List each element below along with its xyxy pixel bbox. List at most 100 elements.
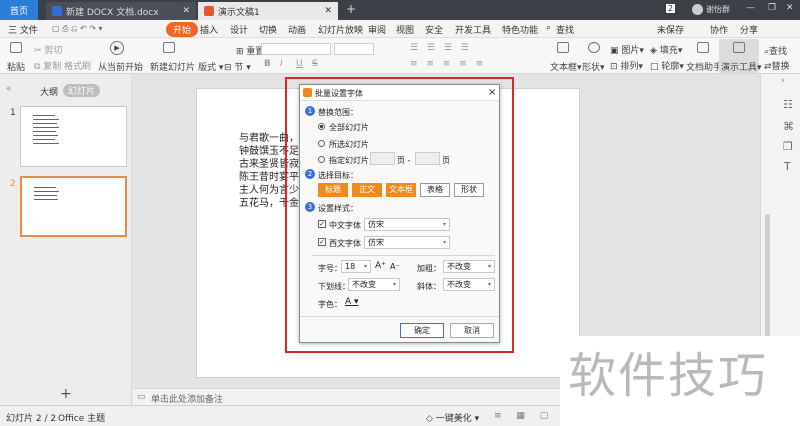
doc-assistant-button[interactable]: 文档助手 — [686, 60, 722, 73]
maximize-icon[interactable]: ❐ — [768, 3, 776, 13]
page-from-input[interactable] — [370, 152, 395, 165]
menu-unsaved[interactable]: 未保存 — [657, 23, 684, 36]
collapse-pane-icon[interactable]: « — [6, 84, 12, 94]
paragraph-tools[interactable]: ☰ ☰ ☰ ☰ — [410, 43, 472, 53]
menu-search[interactable]: 查找 — [556, 23, 574, 36]
properties-icon[interactable]: ☷ — [783, 98, 793, 111]
font-shrink-icon[interactable]: A⁻ — [390, 262, 400, 271]
cancel-button[interactable]: 取消 — [450, 323, 494, 338]
view-mode-icons[interactable]: ≡ ▦ ▢ — [494, 411, 554, 421]
tab-outline[interactable]: 大纲 — [40, 85, 58, 98]
arrange-button[interactable]: ⊡ 排列▾ — [610, 59, 643, 72]
format-painter-button[interactable]: 格式刷 — [64, 59, 91, 72]
layout-button[interactable]: 版式 ▾ — [198, 60, 223, 73]
monitor-icon[interactable] — [733, 42, 745, 53]
radio-all-slides-label[interactable]: 全部幻灯片 — [329, 122, 369, 133]
page-to-input[interactable] — [415, 152, 440, 165]
menu-animation[interactable]: 动画 — [288, 23, 306, 36]
menu-design[interactable]: 设计 — [230, 23, 248, 36]
copy-layout-icon[interactable]: ❐ — [783, 140, 793, 153]
close-window-icon[interactable]: ✕ — [786, 3, 794, 13]
menu-slideshow[interactable]: 幻灯片放映 — [318, 23, 363, 36]
underline-select[interactable]: 不改变 ▾ — [348, 278, 400, 291]
radio-selected-slides-label[interactable]: 所选幻灯片 — [329, 139, 369, 150]
textbox-button[interactable]: 文本框▾ — [550, 60, 582, 73]
fill-button[interactable]: ◈ 填充▾ — [650, 43, 682, 56]
cn-font-checkbox[interactable]: ✓ — [318, 220, 326, 228]
size-select[interactable]: 18 ▾ — [341, 260, 371, 273]
cut-button[interactable]: ✂ 剪切 — [34, 43, 62, 56]
copy-button[interactable]: ⧉ 复制 — [34, 59, 61, 72]
west-font-checkbox[interactable]: ✓ — [318, 238, 326, 246]
menu-collab[interactable]: 协作 — [710, 23, 728, 36]
close-tab-icon[interactable]: ✕ — [324, 6, 332, 16]
menu-review[interactable]: 审阅 — [368, 23, 386, 36]
format-icon[interactable]: ⌘ — [783, 120, 794, 133]
image-button[interactable]: ▣ 图片▾ — [610, 43, 644, 56]
menu-share[interactable]: 分享 — [740, 23, 758, 36]
text-icon[interactable]: T — [784, 160, 791, 173]
dialog-close-icon[interactable]: × — [488, 87, 496, 98]
target-title-button[interactable]: 标题 — [318, 183, 348, 197]
doc-assistant-icon[interactable] — [697, 42, 709, 53]
underline-button[interactable]: U — [296, 59, 303, 69]
menu-special[interactable]: 特色功能 — [502, 23, 538, 36]
radio-selected-slides[interactable] — [318, 140, 325, 147]
target-textbox-button[interactable]: 文本框 — [386, 183, 416, 197]
replace-button[interactable]: ⇄替换 — [764, 59, 790, 72]
notification-badge[interactable]: 2 — [666, 4, 676, 13]
play-icon[interactable]: ▶ — [110, 41, 124, 55]
tab-presentation[interactable]: 演示文稿1 ✕ — [198, 2, 338, 20]
notes-placeholder[interactable]: 单击此处添加备注 — [151, 392, 223, 405]
strike-button[interactable]: S — [312, 59, 318, 69]
font-size-field[interactable] — [334, 43, 374, 55]
collapse-right-icon[interactable]: › — [781, 76, 785, 86]
slide-thumbnail-1[interactable] — [20, 106, 127, 167]
add-slide-button[interactable]: + — [60, 386, 72, 402]
minimize-icon[interactable]: — — [746, 3, 755, 13]
font-color-button[interactable]: A ▾ — [345, 297, 359, 307]
font-grow-icon[interactable]: A⁺ — [375, 261, 386, 271]
outline-button[interactable]: □ 轮廓▾ — [650, 59, 684, 72]
beautify-button[interactable]: ◇ 一键美化 ▾ — [426, 411, 479, 424]
target-body-button[interactable]: 正文 — [352, 183, 382, 197]
tab-docx[interactable]: 新建 DOCX 文档.docx ✕ — [46, 2, 196, 20]
target-shape-button[interactable]: 形状 — [454, 183, 484, 197]
section-button[interactable]: ⊟ 节 ▾ — [224, 60, 251, 73]
paste-button[interactable]: 粘贴 — [7, 60, 25, 73]
search-icon[interactable]: ⌕ — [546, 23, 551, 33]
tab-slides[interactable]: 幻灯片 — [63, 84, 101, 97]
shape-icon[interactable] — [588, 42, 600, 53]
italic-button[interactable]: I — [280, 59, 283, 69]
bold-select[interactable]: 不改变 ▾ — [443, 260, 495, 273]
find-button[interactable]: ⌕查找 — [764, 44, 787, 57]
close-tab-icon[interactable]: ✕ — [182, 6, 190, 16]
present-tool-button[interactable]: 演示工具▾ — [721, 60, 762, 73]
tab-home[interactable]: 首页 — [0, 0, 38, 20]
new-slide-button[interactable]: 新建幻灯片 — [150, 60, 195, 73]
menu-developer[interactable]: 开发工具 — [455, 23, 491, 36]
align-tools[interactable]: ≡ ≡ ≡ ≡ ≡ — [410, 59, 486, 69]
radio-specified-slides-label[interactable]: 指定幻灯片 — [329, 155, 369, 166]
menu-insert[interactable]: 插入 — [200, 23, 218, 36]
menu-security[interactable]: 安全 — [425, 23, 443, 36]
shape-button[interactable]: 形状▾ — [582, 60, 605, 73]
cn-font-select[interactable]: 仿宋 ▾ — [364, 218, 450, 231]
menu-transition[interactable]: 切换 — [259, 23, 277, 36]
italic-select[interactable]: 不改变 ▾ — [443, 278, 495, 291]
new-tab-button[interactable]: + — [346, 2, 356, 16]
slide-thumbnail-2[interactable] — [20, 176, 127, 237]
avatar[interactable] — [692, 4, 703, 15]
new-slide-icon[interactable] — [163, 42, 175, 53]
from-current-button[interactable]: 从当前开始 — [98, 60, 143, 73]
target-table-button[interactable]: 表格 — [420, 183, 450, 197]
bold-button[interactable]: B — [264, 59, 271, 69]
menu-home[interactable]: 开始 — [166, 22, 199, 37]
ok-button[interactable]: 确定 — [400, 323, 444, 338]
menu-file[interactable]: 三 文件 — [8, 23, 38, 36]
textbox-icon[interactable] — [557, 42, 569, 53]
font-name-field[interactable] — [261, 43, 331, 55]
radio-specified-slides[interactable] — [318, 156, 325, 163]
radio-all-slides[interactable] — [318, 123, 325, 130]
paste-icon[interactable] — [10, 42, 22, 53]
